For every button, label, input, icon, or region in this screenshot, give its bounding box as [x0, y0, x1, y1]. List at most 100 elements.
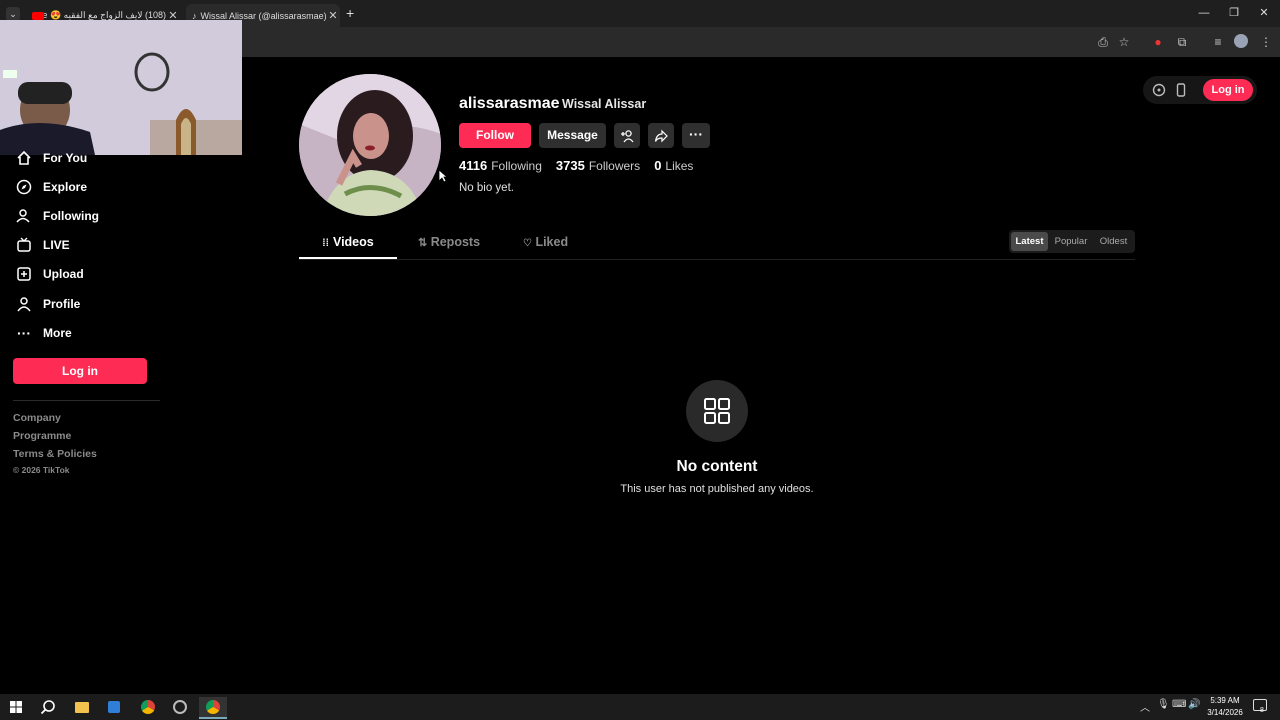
header-login-button[interactable]: Log in	[1203, 79, 1253, 101]
followers-count: 3735	[555, 158, 585, 173]
sidebar-login-button[interactable]: Log in	[13, 358, 147, 384]
sidebar-item-more[interactable]: ··· More	[13, 322, 72, 344]
sidebar-item-upload[interactable]: Upload	[13, 263, 84, 285]
profile-display-name: Wissal Alissar	[562, 97, 647, 111]
minimize-button[interactable]: —	[1194, 6, 1214, 20]
tab-search-button[interactable]: ⌄	[6, 7, 20, 21]
chrome-app-icon[interactable]	[137, 697, 159, 717]
profile-avatar-icon[interactable]	[1233, 34, 1249, 50]
youtube-icon	[32, 11, 44, 20]
chrome-active-icon[interactable]	[199, 697, 227, 719]
sidebar-item-label: Explore	[43, 180, 88, 194]
sidebar-divider	[13, 400, 160, 401]
home-icon	[13, 149, 35, 167]
message-button[interactable]: Message	[539, 123, 606, 148]
sidebar-item-label: For You	[43, 151, 88, 165]
sidebar-item-following[interactable]: Following	[13, 205, 99, 227]
sidebar-item-label: Following	[43, 209, 99, 223]
share-icon	[654, 129, 668, 142]
tab-close-icon[interactable]: ✕	[326, 9, 340, 22]
close-window-button[interactable]: ✕	[1254, 6, 1274, 20]
followers-label[interactable]: Followers	[589, 159, 640, 173]
taskbar-search-icon[interactable]	[37, 697, 59, 717]
profile-avatar	[299, 74, 441, 216]
creator-tools-icon[interactable]	[1152, 83, 1166, 97]
new-tab-button[interactable]: +	[346, 5, 354, 21]
sidebar-item-live[interactable]: LIVE	[13, 234, 70, 256]
mouse-cursor	[438, 169, 449, 188]
tabs-divider	[299, 259, 1135, 260]
windows-start-icon[interactable]	[5, 697, 27, 717]
microphone-icon[interactable]: 🎙	[1157, 699, 1170, 710]
grid-icon: ⁞⁞	[322, 238, 329, 249]
sidebar-item-for-you[interactable]: For You	[13, 147, 87, 169]
sort-oldest[interactable]: Oldest	[1094, 232, 1133, 251]
browser-menu-icon[interactable]: ⋮	[1258, 34, 1274, 50]
file-explorer-icon[interactable]	[71, 697, 93, 717]
share-button[interactable]	[648, 123, 674, 148]
tab-videos[interactable]: ⁞⁞ Videos	[299, 235, 397, 259]
follow-button[interactable]: Follow	[459, 123, 531, 148]
likes-count: 0	[654, 158, 662, 173]
tab-reposts[interactable]: ⇅ Reposts	[418, 235, 480, 249]
person-icon	[13, 295, 35, 313]
following-label[interactable]: Following	[491, 159, 542, 173]
empty-state-icon-circle	[686, 380, 748, 442]
add-friend-button[interactable]	[614, 123, 640, 148]
tab-label: Videos	[332, 235, 374, 249]
notification-count: 8	[1260, 707, 1264, 714]
bookmark-star-icon[interactable]: ☆	[1116, 34, 1132, 50]
webcam-overlay	[0, 20, 242, 155]
more-options-button[interactable]: ···	[682, 123, 710, 148]
chrome-alt-icon[interactable]	[169, 697, 191, 717]
webcam-image	[0, 20, 242, 155]
compass-icon	[13, 178, 35, 196]
profile-username: alissarasmae	[459, 95, 560, 112]
extension-record-icon[interactable]: ●	[1150, 34, 1166, 50]
add-user-icon	[621, 129, 634, 142]
profile-stats: 4116 Following 3735 Followers 0 Likes	[459, 158, 693, 173]
empty-state-title: No content	[676, 458, 758, 475]
likes-label: Likes	[665, 159, 694, 173]
live-icon	[13, 236, 35, 254]
tab-label: Reposts	[430, 235, 481, 249]
sort-latest[interactable]: Latest	[1011, 232, 1048, 251]
footer-link-programme[interactable]: Programme	[13, 430, 71, 442]
tab-label: Liked	[535, 235, 569, 249]
sort-popular[interactable]: Popular	[1051, 232, 1091, 251]
clock-time[interactable]: 5:39 AM	[1205, 696, 1245, 705]
media-queue-icon[interactable]: ≡	[1210, 34, 1226, 50]
copyright: © 2026 TikTok	[13, 465, 70, 475]
network-icon[interactable]: ⌨	[1172, 699, 1186, 710]
extensions-puzzle-icon[interactable]: ⧉	[1174, 34, 1190, 50]
footer-link-terms[interactable]: Terms & Policies	[13, 448, 97, 460]
plus-square-icon	[13, 265, 35, 283]
sidebar-item-label: Upload	[43, 267, 84, 281]
address-bar[interactable]	[242, 30, 1082, 54]
install-app-icon[interactable]: ⎙	[1095, 34, 1111, 50]
repost-icon: ⇅	[418, 237, 428, 249]
get-app-icon[interactable]	[1174, 83, 1188, 97]
clock-date[interactable]: 3/14/2026	[1203, 708, 1247, 717]
store-icon[interactable]	[103, 697, 125, 717]
empty-state-subtitle: This user has not published any videos.	[620, 483, 814, 495]
sidebar-item-label: Profile	[43, 297, 81, 311]
sidebar-item-profile[interactable]: Profile	[13, 293, 80, 315]
sidebar-item-explore[interactable]: Explore	[13, 176, 87, 198]
footer-link-company[interactable]: Company	[13, 412, 61, 424]
profile-bio: No bio yet.	[459, 182, 514, 194]
sidebar-item-label: LIVE	[43, 238, 70, 252]
tab-title: Wissal Alissar (@alissarasmae) |	[200, 10, 327, 21]
grid-icon	[704, 398, 730, 424]
heart-lock-icon: ♡	[523, 238, 532, 249]
ellipsis-icon: ···	[17, 325, 31, 341]
restore-button[interactable]: ❐	[1224, 6, 1244, 20]
sidebar-item-label: More	[43, 326, 72, 340]
taskbar	[0, 694, 1280, 720]
following-count: 4116	[459, 158, 488, 173]
tray-chevron-icon[interactable]: ︿	[1140, 699, 1150, 714]
tab-liked[interactable]: ♡ Liked	[523, 235, 568, 249]
volume-icon[interactable]: 🔊	[1188, 699, 1200, 710]
user-icon	[13, 207, 35, 225]
ellipsis-icon: ···	[689, 126, 703, 142]
